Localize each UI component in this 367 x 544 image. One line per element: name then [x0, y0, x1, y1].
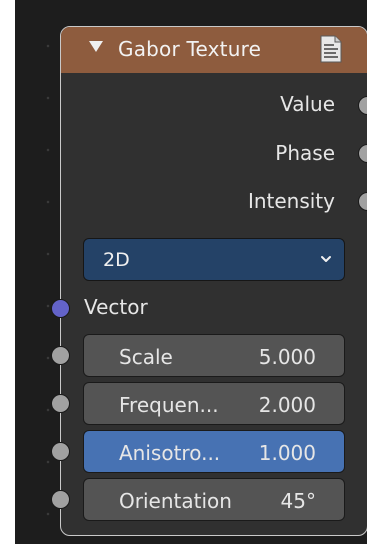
input-scale-socket[interactable] [51, 346, 70, 365]
node-title: Gabor Texture [118, 37, 262, 61]
anisotropy-value: 1.000 [258, 441, 316, 465]
frequency-value: 2.000 [258, 393, 316, 417]
type-dropdown-value: 2D [103, 249, 130, 271]
scale-label: Scale [119, 345, 173, 369]
document-icon[interactable] [320, 35, 342, 63]
input-anisotropy-socket[interactable] [51, 442, 70, 461]
output-phase-label: Phase [275, 141, 335, 165]
frequency-label: Frequen... [119, 393, 219, 417]
anisotropy-label: Anisotro... [119, 441, 221, 465]
scale-field[interactable]: Scale 5.000 [83, 334, 345, 377]
input-vector-socket[interactable] [51, 299, 70, 318]
output-value-socket[interactable] [358, 96, 367, 115]
orientation-label: Orientation [119, 489, 232, 513]
gabor-texture-node[interactable]: Gabor Texture Value Phase Intensity 2D V… [51, 26, 367, 536]
output-value-label: Value [280, 92, 335, 116]
node-header[interactable]: Gabor Texture [61, 27, 367, 73]
frequency-field[interactable]: Frequen... 2.000 [83, 382, 345, 425]
anisotropy-field[interactable]: Anisotro... 1.000 [83, 430, 345, 473]
grid-dots [45, 0, 51, 544]
orientation-field[interactable]: Orientation 45° [83, 478, 345, 521]
input-frequency-socket[interactable] [51, 394, 70, 413]
input-vector-label: Vector [84, 295, 148, 319]
input-orientation-socket[interactable] [51, 490, 70, 509]
type-dropdown[interactable]: 2D [83, 238, 345, 281]
chevron-down-icon [321, 256, 331, 262]
output-intensity-socket[interactable] [358, 192, 367, 211]
scale-value: 5.000 [258, 345, 316, 369]
output-intensity-label: Intensity [247, 189, 335, 213]
orientation-value: 45° [280, 489, 316, 513]
output-phase-socket[interactable] [358, 144, 367, 163]
collapse-triangle-icon[interactable] [89, 41, 103, 52]
node-editor-canvas[interactable]: Gabor Texture Value Phase Intensity 2D V… [15, 0, 367, 544]
